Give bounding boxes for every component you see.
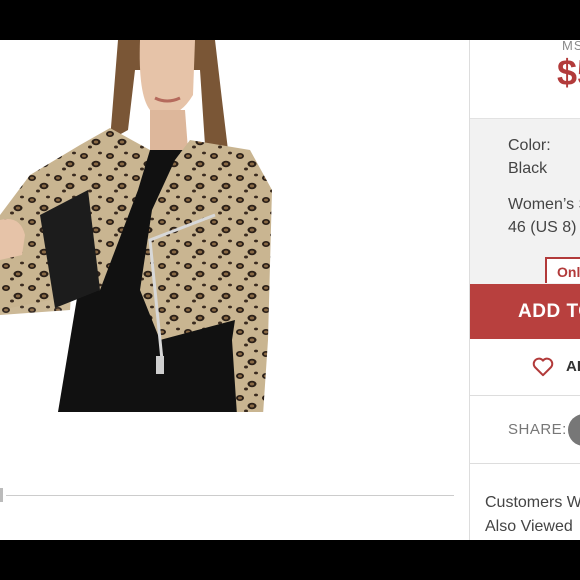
- model-photo: [0, 40, 272, 412]
- share-row: SHARE:: [470, 395, 580, 464]
- recommendations-line-2: Also Viewed: [485, 518, 573, 535]
- recommendations-line-1: Customers W: [485, 494, 580, 511]
- color-label: Color:: [508, 137, 551, 154]
- wishlist-row[interactable]: AD: [470, 339, 580, 396]
- product-side-panel: MS $5 Color: Black Women’s S 46 (US 8) O…: [469, 40, 580, 540]
- color-value[interactable]: Black: [508, 160, 547, 178]
- price: $5: [557, 52, 580, 93]
- size-value[interactable]: 46 (US 8): [508, 219, 576, 237]
- share-label: SHARE:: [508, 421, 567, 438]
- customers-also-viewed-heading: Customers W Also Viewed: [485, 491, 580, 539]
- divider-marker: [0, 488, 3, 502]
- product-image[interactable]: [0, 40, 290, 412]
- heart-icon[interactable]: [532, 357, 554, 377]
- wishlist-label[interactable]: AD: [566, 358, 580, 375]
- section-divider: [6, 495, 454, 496]
- stock-badge: Onl: [545, 257, 580, 283]
- share-icon[interactable]: [568, 414, 580, 446]
- add-to-bag-button[interactable]: ADD TO: [470, 284, 580, 339]
- size-label: Women’s S: [508, 196, 580, 213]
- product-page: MS $5 Color: Black Women’s S 46 (US 8) O…: [0, 40, 580, 540]
